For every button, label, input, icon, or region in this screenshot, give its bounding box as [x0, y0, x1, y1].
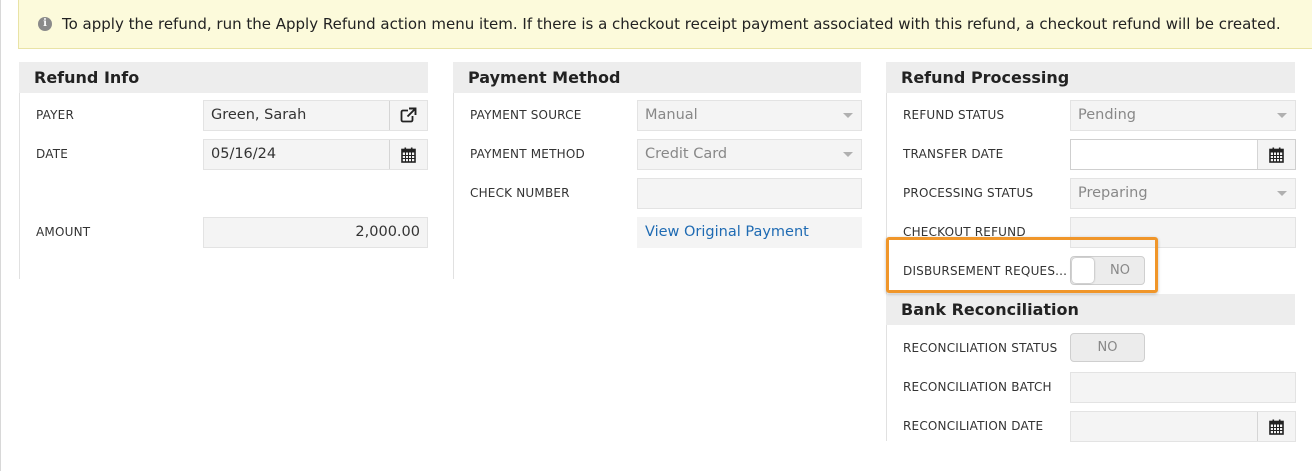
reconciliation-date-label: RECONCILIATION DATE	[903, 419, 1044, 433]
processing-status-select[interactable]: Preparing	[1070, 178, 1296, 209]
processing-status-value: Preparing	[1078, 185, 1148, 201]
chevron-down-icon	[1277, 113, 1287, 118]
spacer-row	[20, 178, 428, 217]
payer-row: PAYER Green, Sarah	[20, 100, 428, 139]
reconciliation-status-toggle[interactable]: NO	[1070, 333, 1145, 362]
date-picker-button[interactable]	[389, 140, 427, 169]
transfer-date-row: TRANSFER DATE	[887, 139, 1296, 178]
toggle-knob	[1072, 258, 1094, 283]
disbursement-toggle-label: NO	[1110, 263, 1130, 278]
payer-label: PAYER	[36, 108, 74, 122]
reconciliation-status-label: RECONCILIATION STATUS	[903, 341, 1058, 355]
payment-source-value: Manual	[645, 107, 698, 123]
date-label: DATE	[36, 147, 69, 161]
date-field[interactable]: 05/16/24	[203, 139, 428, 170]
payment-source-select[interactable]: Manual	[637, 100, 862, 131]
view-original-payment-link[interactable]: View Original Payment	[645, 224, 809, 240]
date-row: DATE 05/16/24	[20, 139, 428, 178]
reconciliation-date-field[interactable]	[1070, 411, 1296, 442]
refund-processing-section: Refund Processing REFUND STATUS Pending …	[886, 62, 1296, 295]
payment-source-row: PAYMENT SOURCE Manual	[454, 100, 862, 139]
payment-method-value: Credit Card	[645, 146, 728, 162]
disbursement-row: DISBURSEMENT REQUES... NO	[887, 256, 1295, 295]
payment-method-title: Payment Method	[453, 62, 861, 93]
payment-method-row: PAYMENT METHOD Credit Card	[454, 139, 862, 178]
banner-text: To apply the refund, run the Apply Refun…	[62, 15, 1281, 33]
reconciliation-batch-label: RECONCILIATION BATCH	[903, 380, 1052, 394]
payer-field[interactable]: Green, Sarah	[203, 100, 428, 131]
info-banner: i To apply the refund, run the Apply Ref…	[18, 0, 1312, 49]
checkout-refund-row: CHECKOUT REFUND	[887, 217, 1296, 256]
refund-info-section: Refund Info PAYER Green, Sarah DATE 05/1…	[19, 62, 428, 279]
refund-status-label: REFUND STATUS	[903, 108, 1005, 122]
reconciliation-date-picker-button[interactable]	[1257, 412, 1295, 441]
disbursement-label: DISBURSEMENT REQUES...	[903, 264, 1068, 278]
payment-method-select[interactable]: Credit Card	[637, 139, 862, 170]
payment-method-section: Payment Method PAYMENT SOURCE Manual PAY…	[453, 62, 862, 279]
processing-status-label: PROCESSING STATUS	[903, 186, 1034, 200]
refund-info-title: Refund Info	[19, 62, 428, 93]
disbursement-toggle[interactable]: NO	[1070, 256, 1145, 285]
payment-method-label: PAYMENT METHOD	[470, 147, 585, 161]
check-number-field[interactable]	[637, 178, 862, 209]
checkout-refund-label: CHECKOUT REFUND	[903, 225, 1026, 239]
chevron-down-icon	[843, 152, 853, 157]
checkout-refund-field[interactable]	[1070, 217, 1296, 248]
reconciliation-batch-field[interactable]	[1070, 372, 1296, 403]
transfer-date-picker-button[interactable]	[1257, 140, 1295, 169]
check-number-label: CHECK NUMBER	[470, 186, 570, 200]
refund-status-value: Pending	[1078, 107, 1136, 123]
refund-status-row: REFUND STATUS Pending	[887, 100, 1296, 139]
chevron-down-icon	[843, 113, 853, 118]
refund-processing-title: Refund Processing	[886, 62, 1295, 93]
reconciliation-batch-row: RECONCILIATION BATCH	[887, 372, 1296, 411]
amount-field[interactable]: 2,000.00	[203, 217, 428, 248]
amount-row: AMOUNT 2,000.00	[20, 217, 428, 256]
calendar-icon	[1269, 419, 1284, 435]
reconciliation-date-row: RECONCILIATION DATE	[887, 411, 1296, 450]
calendar-icon	[1269, 147, 1284, 163]
reconciliation-status-row: RECONCILIATION STATUS NO	[887, 333, 1295, 372]
amount-label: AMOUNT	[36, 225, 91, 239]
bank-reconciliation-title: Bank Reconciliation	[886, 294, 1295, 325]
calendar-icon	[401, 147, 416, 163]
payment-source-label: PAYMENT SOURCE	[470, 108, 582, 122]
check-number-row: CHECK NUMBER	[454, 178, 862, 217]
view-payment-row: View Original Payment	[454, 217, 862, 256]
chevron-down-icon	[1277, 191, 1287, 196]
payer-value: Green, Sarah	[211, 107, 307, 123]
bank-reconciliation-section: Bank Reconciliation RECONCILIATION STATU…	[886, 294, 1296, 442]
open-payer-button[interactable]	[389, 101, 427, 130]
transfer-date-label: TRANSFER DATE	[903, 147, 1004, 161]
refund-status-select[interactable]: Pending	[1070, 100, 1296, 131]
view-payment-container: View Original Payment	[637, 217, 862, 248]
processing-status-row: PROCESSING STATUS Preparing	[887, 178, 1296, 217]
date-value: 05/16/24	[211, 146, 277, 162]
info-icon: i	[38, 17, 52, 31]
external-link-icon	[400, 107, 417, 123]
transfer-date-field[interactable]	[1070, 139, 1296, 170]
left-border	[0, 0, 1, 471]
